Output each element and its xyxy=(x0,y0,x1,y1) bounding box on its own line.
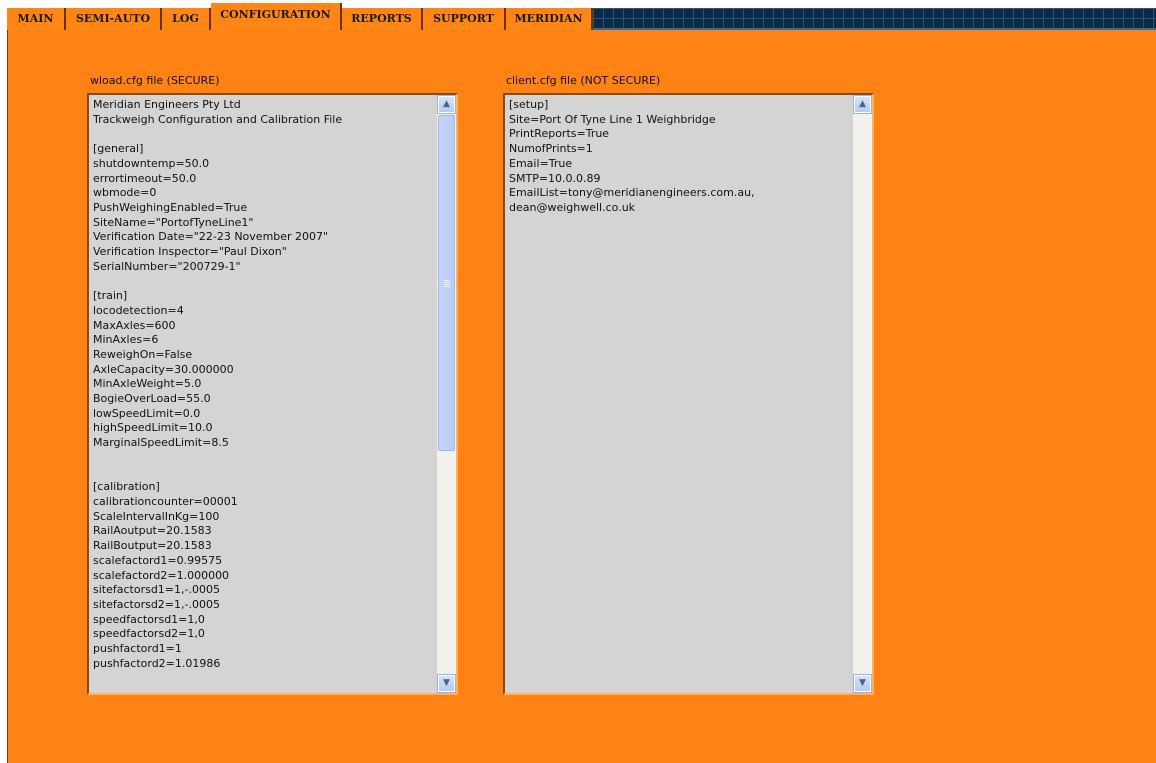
tab-strip: MAIN SEMI-AUTO LOG CONFIGURATION REPORTS… xyxy=(0,0,1156,30)
client-file-scrollbar[interactable]: ▲ ▼ xyxy=(853,95,872,693)
tab-main[interactable]: MAIN xyxy=(7,8,66,30)
tab-semi-auto[interactable]: SEMI-AUTO xyxy=(66,8,162,30)
secure-file-scrollbar[interactable]: ▲ ▼ xyxy=(437,95,456,693)
client-file-content[interactable]: [setup] Site=Port Of Tyne Line 1 Weighbr… xyxy=(509,98,850,691)
client-file-label: client.cfg file (NOT SECURE) xyxy=(506,74,661,87)
tab-configuration[interactable]: CONFIGURATION xyxy=(211,3,342,30)
scroll-thumb[interactable] xyxy=(438,115,455,451)
tab-strip-grid-decoration xyxy=(593,8,1156,30)
tab-support[interactable]: SUPPORT xyxy=(423,8,506,30)
scroll-down-icon[interactable]: ▼ xyxy=(853,674,872,693)
secure-file-textbox[interactable]: Meridian Engineers Pty Ltd Trackweigh Co… xyxy=(87,93,458,695)
scroll-up-icon[interactable]: ▲ xyxy=(437,95,456,114)
secure-file-label: wload.cfg file (SECURE) xyxy=(90,74,220,87)
tab-reports[interactable]: REPORTS xyxy=(342,8,423,30)
scroll-up-icon[interactable]: ▲ xyxy=(853,95,872,114)
scroll-grip-icon xyxy=(444,280,450,288)
client-file-textbox[interactable]: [setup] Site=Port Of Tyne Line 1 Weighbr… xyxy=(503,93,874,695)
tab-meridian[interactable]: MERIDIAN xyxy=(506,8,593,30)
tab-log[interactable]: LOG xyxy=(162,8,211,30)
scroll-down-icon[interactable]: ▼ xyxy=(437,674,456,693)
secure-file-content[interactable]: Meridian Engineers Pty Ltd Trackweigh Co… xyxy=(93,98,434,691)
